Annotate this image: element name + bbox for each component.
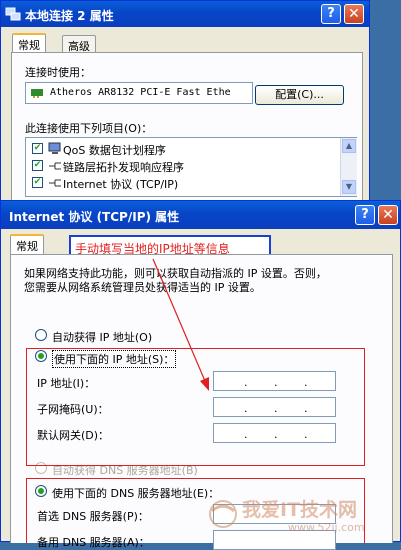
scroll-down-button[interactable]: ▼ xyxy=(342,180,356,194)
list-item[interactable]: ✔ Internet 协议 (TCP/IP) xyxy=(32,175,332,191)
watermark-url: www.52ij.com xyxy=(288,521,365,534)
network-icon xyxy=(5,7,21,21)
tab-general[interactable]: 常规 xyxy=(12,33,46,53)
annotation-arrow xyxy=(152,258,209,391)
protocol-icon xyxy=(49,179,61,187)
title-bar[interactable]: Internet 协议 (TCP/IP) 属性 ? ✕ xyxy=(1,201,400,229)
protocol-icon xyxy=(49,162,61,170)
scrollbar[interactable]: ▲ ▼ xyxy=(340,138,357,196)
watermark-text: 我爱IT技术网 xyxy=(242,499,358,521)
watermark: 我爱IT技术网 www.52ij.com xyxy=(206,493,396,541)
window-title: Internet 协议 (TCP/IP) 属性 xyxy=(9,210,180,224)
description-line-2: 您需要从网络系统管理员处获得适当的 IP 设置。 xyxy=(24,281,261,294)
general-panel: 连接时使用： Atheros AR8132 PCI-E Fast Ethe 配置… xyxy=(11,52,363,210)
tab-general[interactable]: 常规 xyxy=(10,234,44,254)
scroll-up-button[interactable]: ▲ xyxy=(342,139,356,153)
close-button[interactable]: ✕ xyxy=(378,205,398,225)
checkbox[interactable]: ✔ xyxy=(32,177,43,188)
checkbox[interactable]: ✔ xyxy=(32,143,43,154)
auto-ip-label[interactable]: 自动获得 IP 地址(O) xyxy=(52,329,152,345)
adapter-name: Atheros AR8132 PCI-E Fast Ethe xyxy=(50,87,231,98)
close-button[interactable]: ✕ xyxy=(344,4,364,24)
list-item-label: QoS 数据包计划程序 xyxy=(63,144,166,157)
checkbox[interactable]: ✔ xyxy=(32,160,43,171)
list-item[interactable]: ✔ 链路层拓扑发现响应程序 xyxy=(32,158,332,174)
list-item-label: 链路层拓扑发现响应程序 xyxy=(63,161,184,174)
tcpip-properties-window: Internet 协议 (TCP/IP) 属性 ? ✕ 常规 手动填写当地的IP… xyxy=(0,200,401,550)
local-connection-properties-window: 本地连接 2 属性 ? ✕ 常规 高级 连接时使用： Atheros AR813… xyxy=(0,0,370,210)
adapter-icon xyxy=(31,89,43,98)
adapter-field: Atheros AR8132 PCI-E Fast Ethe xyxy=(25,82,253,104)
list-item-label: Internet 协议 (TCP/IP) xyxy=(63,178,179,191)
title-bar[interactable]: 本地连接 2 属性 ? ✕ xyxy=(1,1,369,27)
configure-button[interactable]: 配置(C)... xyxy=(255,85,344,105)
window-title: 本地连接 2 属性 xyxy=(25,9,114,23)
components-list[interactable]: ✔ QoS 数据包计划程序 ✔ 链路层拓扑发现响应程序 ✔ Internet 协… xyxy=(25,137,357,197)
help-button[interactable]: ? xyxy=(355,205,375,225)
watermark-logo-icon xyxy=(209,500,237,528)
qos-icon xyxy=(48,142,61,154)
help-button[interactable]: ? xyxy=(321,4,341,24)
connect-using-label: 连接时使用： xyxy=(25,66,91,79)
items-label: 此连接使用下列项目(O)： xyxy=(25,122,153,135)
list-item[interactable]: ✔ QoS 数据包计划程序 xyxy=(32,141,332,157)
auto-ip-radio[interactable] xyxy=(35,329,47,341)
tab-advanced[interactable]: 高级 xyxy=(62,35,96,53)
